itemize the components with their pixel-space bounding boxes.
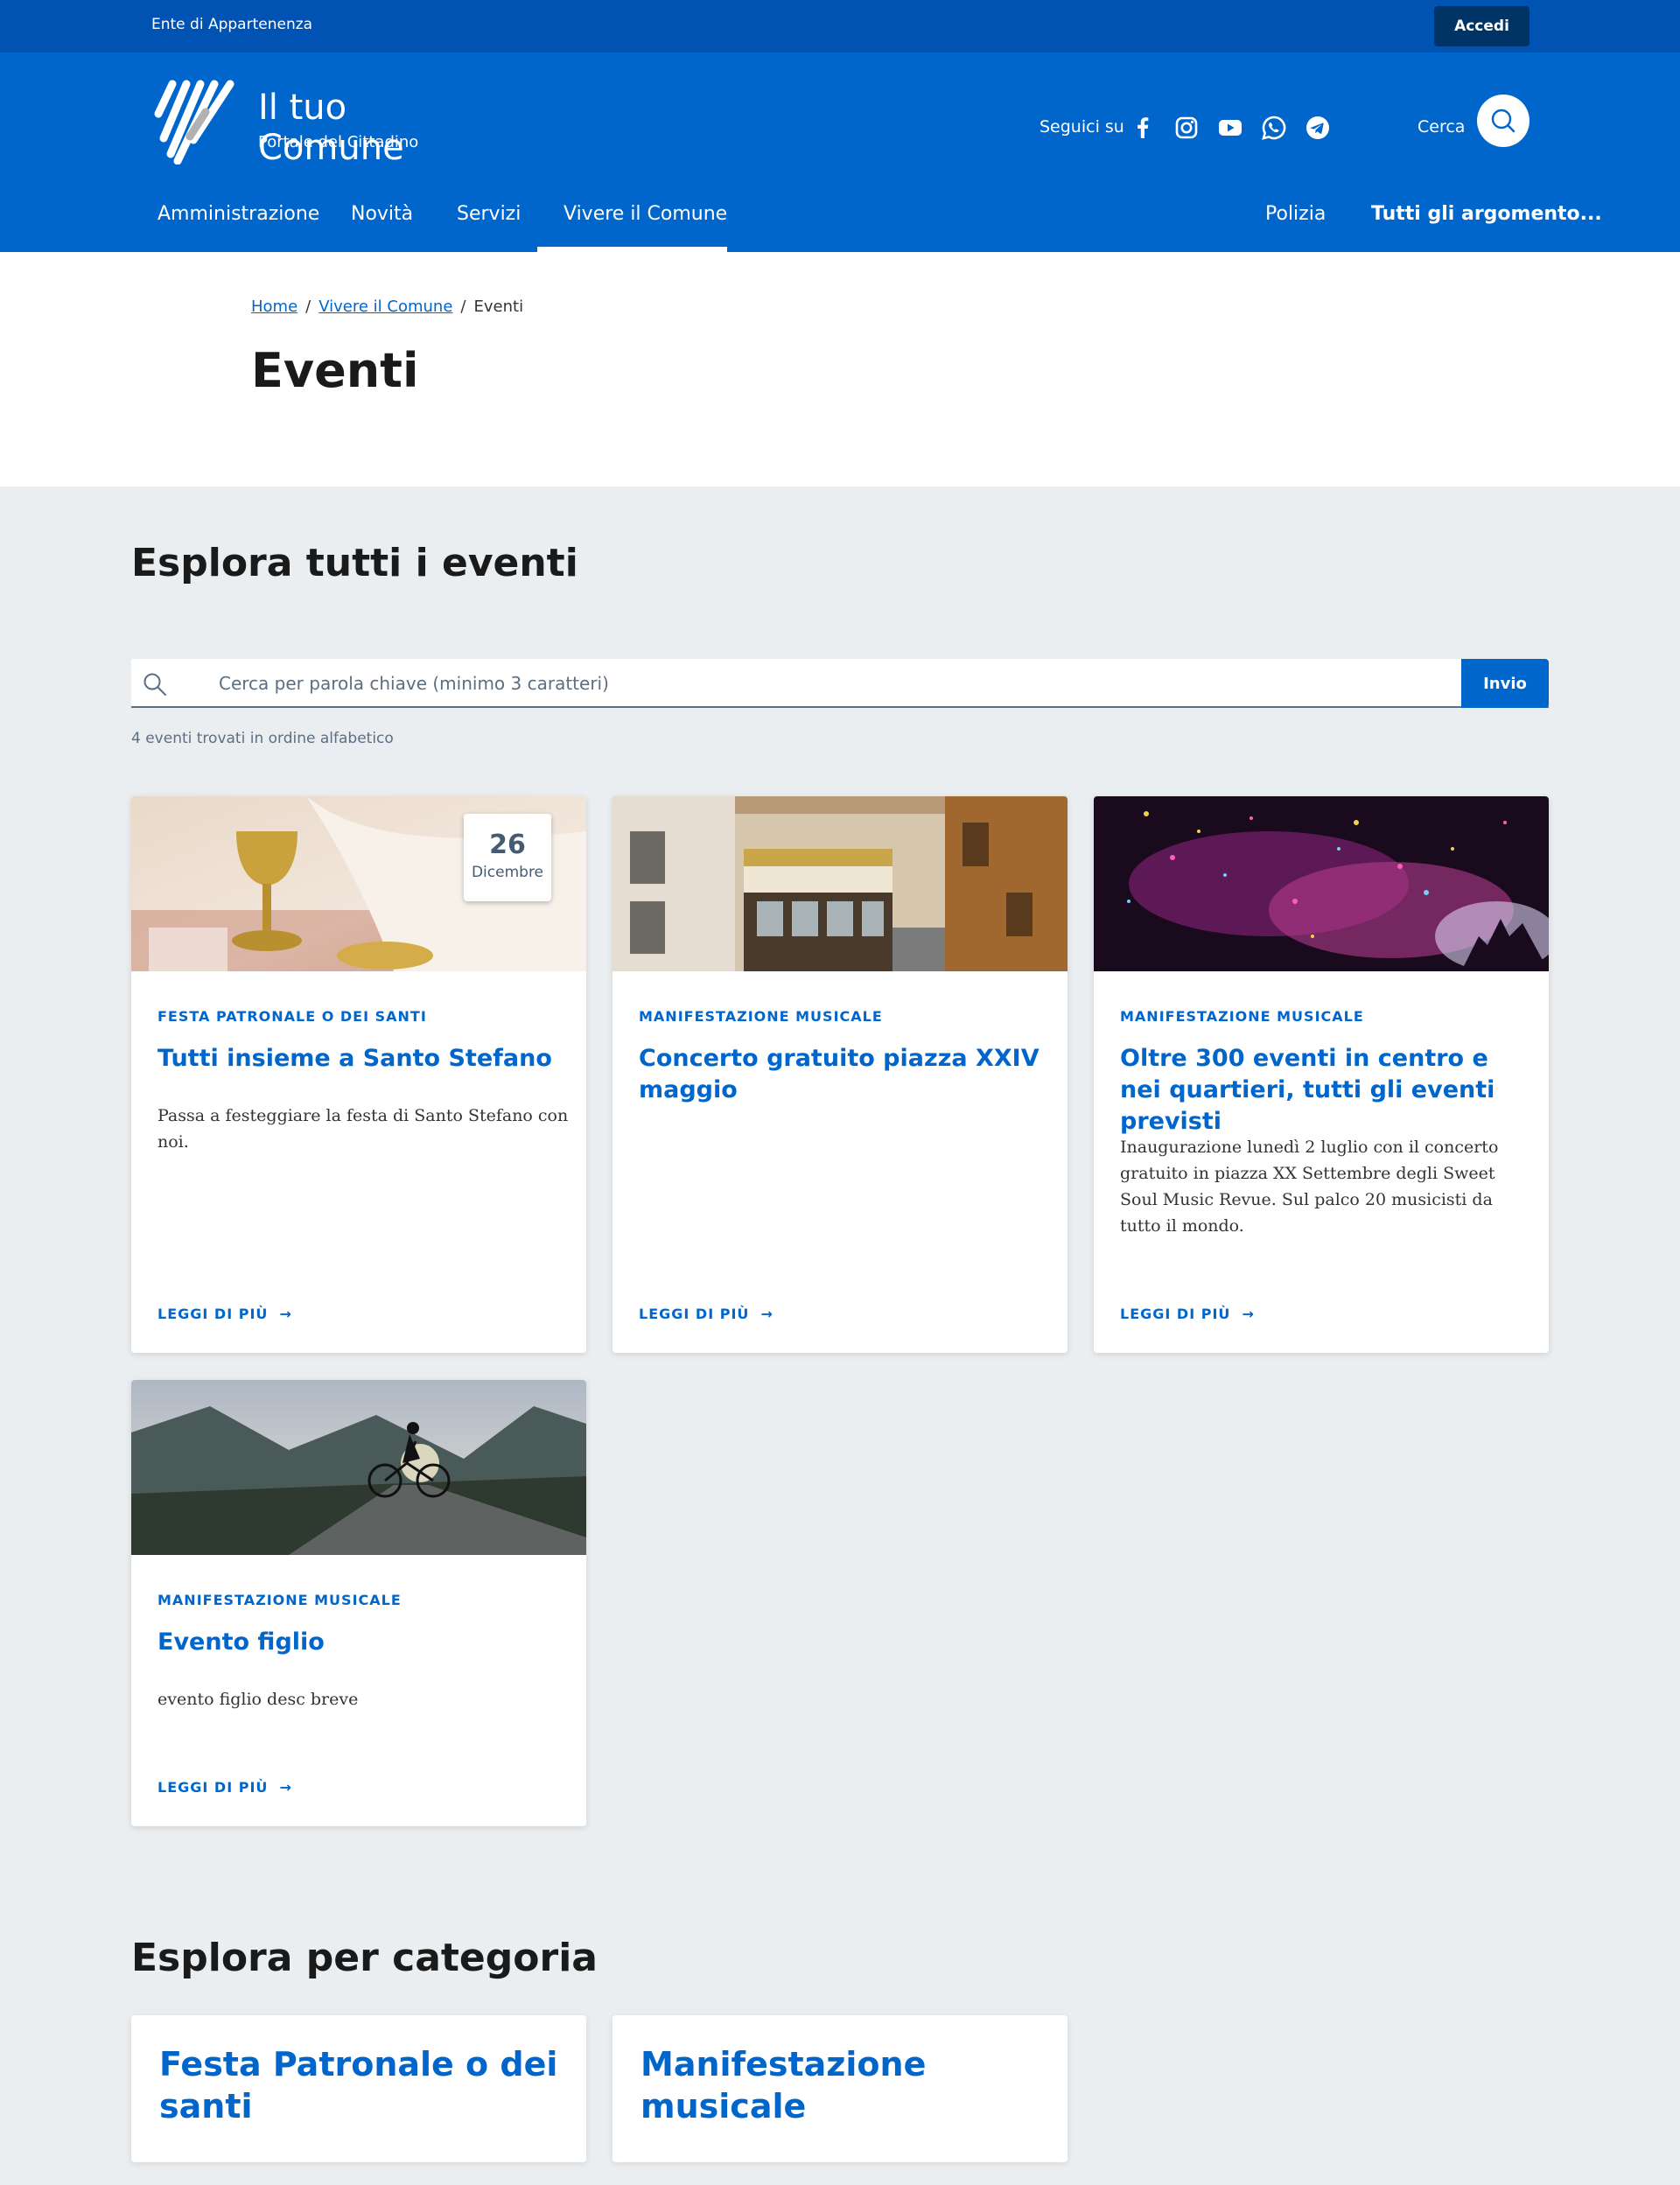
social-label: Seguici su: [1040, 117, 1124, 137]
read-more-link[interactable]: LEGGI DI PIÙ →: [158, 1306, 292, 1322]
event-title-link[interactable]: Tutti insieme a Santo Stefano: [158, 1043, 560, 1075]
event-category: FESTA PATRONALE O DEI SANTI: [158, 1008, 427, 1025]
event-category: MANIFESTAZIONE MUSICALE: [158, 1592, 402, 1608]
read-more-link[interactable]: LEGGI DI PIÙ →: [1120, 1306, 1255, 1322]
results-count: 4 eventi trovati in ordine alfabetico: [131, 730, 394, 747]
main-navigation: Amministrazione Novità Servizi Vivere il…: [0, 187, 1680, 252]
breadcrumb-separator: /: [305, 298, 312, 316]
event-image: [612, 796, 1068, 971]
category-card: Festa Patronale o dei santi: [131, 2015, 586, 2162]
nav-item-vivere-il-comune[interactable]: Vivere il Comune: [564, 203, 727, 225]
breadcrumb: Home / Vivere il Comune / Eventi: [251, 298, 523, 316]
category-card: Manifestazione musicale: [612, 2015, 1068, 2162]
event-card: MANIFESTAZIONE MUSICALE Evento figlio ev…: [131, 1380, 586, 1826]
event-category: MANIFESTAZIONE MUSICALE: [639, 1008, 883, 1025]
event-description: evento figlio desc breve: [158, 1690, 359, 1709]
event-image: 26 Dicembre: [131, 796, 586, 971]
brand-title: Il tuo Comune: [258, 88, 404, 168]
event-title-link[interactable]: Oltre 300 eventi in centro e nei quartie…: [1120, 1043, 1522, 1138]
event-title-link[interactable]: Evento figlio: [158, 1627, 560, 1658]
event-date-badge: 26 Dicembre: [464, 814, 551, 901]
comune-logo-icon: [154, 80, 234, 165]
brand-link[interactable]: Il tuo Comune Portale del Cittadino: [151, 77, 484, 168]
read-more-label: LEGGI DI PIÙ: [639, 1306, 750, 1322]
event-image: [131, 1380, 586, 1555]
nav-item-servizi[interactable]: Servizi: [457, 203, 521, 225]
event-category: MANIFESTAZIONE MUSICALE: [1120, 1008, 1364, 1025]
whatsapp-icon[interactable]: [1260, 114, 1288, 142]
page-title: Eventi: [251, 343, 419, 398]
breadcrumb-home[interactable]: Home: [251, 298, 298, 316]
event-description: Inaugurazione lunedì 2 luglio con il con…: [1120, 1138, 1499, 1236]
event-search-input[interactable]: [219, 668, 1566, 699]
breadcrumb-vivere-il-comune[interactable]: Vivere il Comune: [318, 298, 452, 316]
arrow-right-icon: →: [754, 1306, 774, 1322]
search-button[interactable]: [1477, 95, 1530, 147]
slim-header: Ente di Appartenenza Accedi: [0, 0, 1680, 53]
event-title-link[interactable]: Concerto gratuito piazza XXIV maggio: [639, 1043, 1041, 1106]
login-button[interactable]: Accedi: [1434, 6, 1530, 46]
event-search-box: [131, 659, 1566, 708]
search-icon: [144, 673, 166, 696]
explore-title: Esplora tutti i eventi: [131, 541, 578, 585]
breadcrumb-current: Eventi: [473, 298, 524, 316]
read-more-link[interactable]: LEGGI DI PIÙ →: [639, 1306, 774, 1322]
search-submit-button[interactable]: Invio: [1461, 659, 1549, 708]
read-more-label: LEGGI DI PIÙ: [1120, 1306, 1231, 1322]
event-card: MANIFESTAZIONE MUSICALE Oltre 300 eventi…: [1094, 796, 1549, 1353]
category-link-festa-patronale[interactable]: Festa Patronale o dei santi: [159, 2043, 562, 2127]
category-link-manifestazione-musicale[interactable]: Manifestazione musicale: [640, 2043, 1043, 2127]
facebook-icon[interactable]: [1129, 114, 1157, 142]
youtube-icon[interactable]: [1216, 114, 1244, 142]
event-description: Passa a festeggiare la festa di Santo St…: [158, 1106, 569, 1152]
event-card: 26 Dicembre FESTA PATRONALE O DEI SANTI …: [131, 796, 586, 1353]
search-label: Cerca: [1418, 117, 1466, 137]
breadcrumb-separator: /: [460, 298, 466, 316]
arrow-right-icon: →: [1236, 1306, 1255, 1322]
ente-link[interactable]: Ente di Appartenenza: [151, 16, 312, 33]
nav-item-amministrazione[interactable]: Amministrazione: [158, 203, 319, 225]
center-header: Il tuo Comune Portale del Cittadino Segu…: [0, 53, 1680, 187]
event-date-month: Dicembre: [471, 864, 544, 881]
event-image: [1094, 796, 1549, 971]
read-more-label: LEGGI DI PIÙ: [158, 1779, 269, 1796]
search-icon: [1491, 109, 1516, 133]
instagram-icon[interactable]: [1172, 114, 1200, 142]
arrow-right-icon: →: [273, 1779, 292, 1796]
categories-title: Esplora per categoria: [131, 1936, 598, 1980]
page-hero: Home / Vivere il Comune / Eventi Eventi: [0, 252, 1680, 487]
read-more-link[interactable]: LEGGI DI PIÙ →: [158, 1779, 292, 1796]
read-more-label: LEGGI DI PIÙ: [158, 1306, 269, 1322]
event-card: MANIFESTAZIONE MUSICALE Concerto gratuit…: [612, 796, 1068, 1353]
event-date-day: 26: [489, 830, 526, 860]
arrow-right-icon: →: [273, 1306, 292, 1322]
brand-tagline: Portale del Cittadino: [258, 133, 419, 151]
nav-item-tutti-gli-argomenti[interactable]: Tutti gli argomento...: [1371, 203, 1602, 225]
nav-item-novita[interactable]: Novità: [351, 203, 413, 225]
telegram-icon[interactable]: [1304, 114, 1332, 142]
nav-item-polizia[interactable]: Polizia: [1265, 203, 1326, 225]
